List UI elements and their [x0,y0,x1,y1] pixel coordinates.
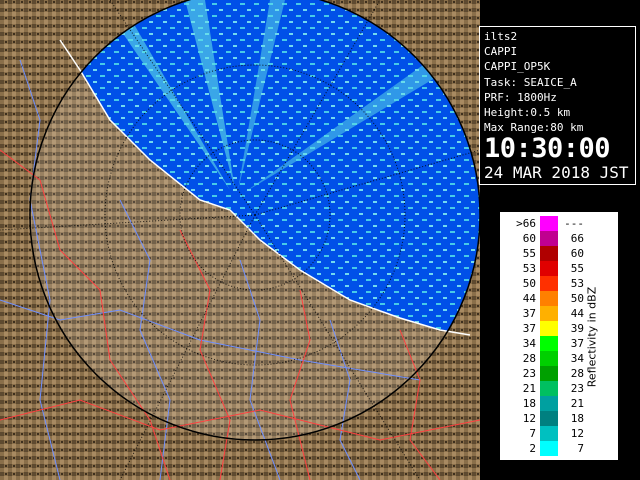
legend-row: >66 --- [500,216,600,231]
legend-color-swatch [540,441,558,456]
legend-high-value: 34 [570,352,584,365]
legend-low-value: 18 [522,397,536,410]
legend-high-value: 21 [570,397,584,410]
legend-color-swatch [540,411,558,426]
legend-row: 7 12 [500,426,600,441]
legend-row: 55 60 [500,246,600,261]
legend-low-value: 50 [522,277,536,290]
legend-low-value: >66 [516,217,536,230]
legend-low-value: 34 [522,337,536,350]
legend-low-value: 28 [522,352,536,365]
reflectivity-legend: >66 --- 60 66 55 60 53 55 50 53 44 50 37 44 37 39 34 37 28… [499,211,619,461]
legend-row: 18 21 [500,396,600,411]
legend-low-value: 37 [522,307,536,320]
legend-low-value: 7 [529,427,536,440]
legend-high-value: 37 [570,337,584,350]
legend-high-value: 28 [570,367,584,380]
legend-high-value: 44 [570,307,584,320]
legend-color-swatch [540,366,558,381]
product-code: CAPPI_OP5K [484,60,551,74]
legend-low-value: 21 [522,382,536,395]
legend-high-value: 55 [570,262,584,275]
legend-color-swatch [540,426,558,441]
legend-high-value: 66 [570,232,584,245]
legend-low-value: 23 [522,367,536,380]
legend-high-value: 12 [570,427,584,440]
legend-high-value: 7 [577,442,584,455]
legend-low-value: 2 [529,442,536,455]
radar-info-panel: ilts2 CAPPI CAPPI_OP5K Task: SEAICE_A PR… [479,26,636,185]
legend-low-value: 60 [522,232,536,245]
legend-high-value: --- [564,217,584,230]
product-name: CAPPI [484,45,518,59]
legend-color-swatch [540,291,558,306]
legend-row: 53 55 [500,261,600,276]
legend-color-swatch [540,306,558,321]
legend-title: Reflectivity in dBZ [585,286,599,388]
legend-row: 27 [500,441,600,456]
date-display: 24 MAR 2018 JST [484,163,629,183]
legend-color-swatch [540,336,558,351]
legend-low-value: 55 [522,247,536,260]
legend-low-value: 53 [522,262,536,275]
legend-color-swatch [540,321,558,336]
legend-high-value: 53 [570,277,584,290]
legend-color-swatch [540,246,558,261]
legend-low-value: 12 [522,412,536,425]
legend-color-swatch [540,351,558,366]
legend-row: 60 66 [500,231,600,246]
legend-color-swatch [540,276,558,291]
legend-color-swatch [540,396,558,411]
legend-high-value: 50 [570,292,584,305]
height-value: Height:0.5 km [484,106,571,120]
legend-low-value: 37 [522,322,536,335]
task-name: Task: SEAICE_A [484,75,577,89]
legend-high-value: 18 [570,412,584,425]
legend-color-swatch [540,261,558,276]
site-name: ilts2 [484,30,518,43]
legend-color-swatch [540,381,558,396]
legend-color-swatch [540,216,558,231]
prf-value: PRF: 1800Hz [484,90,557,104]
legend-low-value: 44 [522,292,536,305]
legend-color-swatch [540,231,558,246]
legend-high-value: 39 [570,322,584,335]
time-display: 10:30:00 [484,133,611,165]
legend-high-value: 60 [570,247,584,260]
legend-row: 12 18 [500,411,600,426]
legend-high-value: 23 [570,382,584,395]
